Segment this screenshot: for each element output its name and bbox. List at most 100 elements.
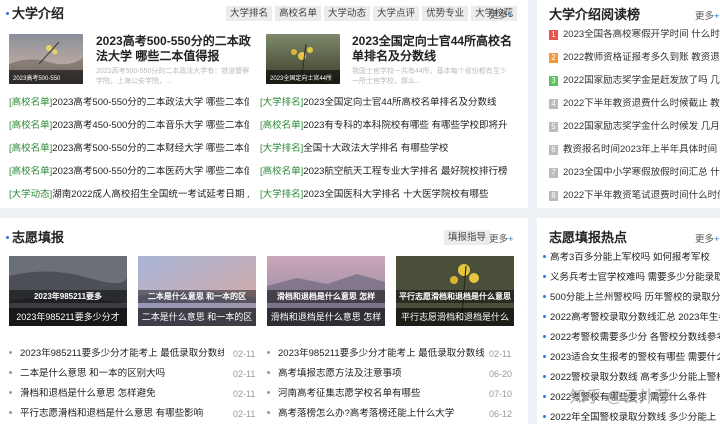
item-date: 02-11 [489,349,512,359]
reading-rank-more-link[interactable]: 更多+ [695,8,720,22]
article-link[interactable]: [大学排名]2023全国定向士官44所高校名单排名及分数线 [260,97,522,109]
card-caption: 滑档和退档是什么意思 怎样 [267,308,385,326]
list-item[interactable]: 2023年985211要多少分才能考上 最低录取分数线 [267,348,485,360]
thumb-caption: 2023高考500-550 [9,70,83,84]
article-link[interactable]: [大学动态]湖南2022成人高校招生全国统一考试延考日期 几 [9,189,249,201]
list-item[interactable]: 2023年985211要多少分才能考上 最低录取分数线 [9,348,224,360]
bullet-icon [543,395,546,398]
feature-thumbnail[interactable]: 2023全国定向士官44所 [266,34,340,84]
bullet-icon [267,411,270,414]
rank-number: 5 [549,122,558,132]
article-link[interactable]: [高校名单]2023高考500-550分的二本财经大学 哪些二本值得 [9,143,249,155]
tag-strong-majors[interactable]: 优势专业 [422,6,469,21]
tag-university-review[interactable]: 大学点评 [373,6,420,21]
reading-rank-title: 大学介绍阅读榜 [549,7,641,22]
volunteer-hot-more-link[interactable]: 更多+ [695,231,720,245]
rank-item[interactable]: 22022教师资格证报考多久到账 教资退费时 [549,52,720,64]
hot-item[interactable]: 2022年全国警校录取分数线 多少分能上 [543,412,720,424]
rank-number: 8 [549,191,558,201]
feature-description: 2023高考500-550分的二本政法大学有：铁道警察学院，上海公安学院，... [96,68,250,85]
bullet-icon [543,275,546,278]
card-band-text: 二本是什么意思 和一本的区 [138,290,256,303]
bullet-icon [267,391,270,394]
list-item[interactable]: 高考落榜怎么办?高考落榜还能上什么大学 [267,408,485,420]
rank-item[interactable]: 52022国家励志奖学金什么时候发 几月几日 [549,121,720,133]
item-date: 06-12 [489,409,513,419]
card-caption: 平行志愿滑档和退档是什么 [396,308,514,326]
thumb-caption: 2023全国定向士官44所 [266,70,340,84]
bullet-icon [9,371,12,374]
hot-item[interactable]: 高考3百多分能上军校吗 如何报考军校 [543,252,720,264]
card-band-text: 滑档和退档是什么意思 怎样 [267,290,385,303]
article-link[interactable]: [大学排名]全国十大政法大学排名 有哪些学校 [260,143,522,155]
rank-number: 3 [549,76,558,86]
bullet-icon [543,295,546,298]
list-item[interactable]: 二本是什么意思 和一本的区别大吗 [9,368,224,380]
rank-item[interactable]: 42022下半年教资退费什么时候截止 教师资 [549,98,720,110]
hot-item[interactable]: 2022高考警校录取分数线汇总 2023年生参 [543,312,720,324]
bullet-icon [543,375,546,378]
feature-thumbnail[interactable]: 2023高考500-550 [9,34,83,84]
guide-card[interactable]: 滑档和退档是什么意思 怎样 滑档和退档是什么意思 怎样 [267,256,385,326]
bullet-icon [9,391,12,394]
volunteer-hot-title: 志愿填报热点 [549,230,628,245]
list-item[interactable]: 平行志愿滑档和退档是什么意思 有哪些影响 [9,408,224,420]
rank-item[interactable]: 32022国家励志奖学金是赶发放了吗 几号到 [549,75,720,87]
tag-university-news[interactable]: 大学动态 [324,6,371,21]
rank-number: 2 [549,53,558,63]
title-dot-icon [6,12,9,15]
bullet-icon [543,415,546,418]
intro-tags: 大学排名 高校名单 大学动态 大学点评 优势专业 大学校花 [226,6,518,21]
feature-title[interactable]: 2023高考500-550分的二本政法大学 哪些二本值得报 [96,34,256,64]
bullet-icon [267,351,270,354]
list-item[interactable]: 河南高考征集志愿学校名单有哪些 [267,388,485,400]
article-link[interactable]: [高校名单]2023高考500-550分的二本政法大学 哪些二本值得 [9,97,249,109]
bullet-icon [543,335,546,338]
reading-rank-panel: 大学介绍阅读榜 更多+ 1 2023全国各高校寒假开学时间 什么时候 2 2022教… [537,0,720,208]
article-link[interactable]: [高校名单]2023有专科的本科院校有哪些 有哪些学校即将升 [260,120,522,132]
rank-number: 7 [549,168,558,178]
tag-university-ranking[interactable]: 大学排名 [226,6,273,21]
rank-item[interactable]: 72023全国中小学寒假放假时间汇总 什么时 [549,167,720,179]
rank-item[interactable]: 8 2022下半年教资笔试退费时间什么时候 [549,190,720,202]
article-link[interactable]: [高校名单]2023高考450-500分的二本音乐大学 哪些二本值得 [9,120,249,132]
item-date: 06-20 [489,369,513,379]
guide-card[interactable]: 二本是什么意思 和一本的区 二本是什么意思 和一本的区 [138,256,256,326]
intro-panel: 大学介绍 大学排名 高校名单 大学动态 大学点评 优势专业 大学校花 更多+ 2… [0,0,528,208]
intro-more-link[interactable]: 更多+ [489,7,514,21]
item-date: 02-11 [233,409,256,419]
zhihu-watermark: 知乎 @云外荐 [570,389,671,406]
hot-item[interactable]: 义务兵考士官学校难吗 需要多少分能录取 [543,272,720,284]
tag-school-list[interactable]: 高校名单 [275,6,322,21]
hot-item[interactable]: 2023适合女生报考的警校有哪些 需要什么 [543,352,720,364]
tag-filling-guide[interactable]: 填报指导 [444,230,491,245]
item-date: 02-11 [233,369,256,379]
item-date: 02-11 [233,389,256,399]
article-link[interactable]: [高校名单]2023高考500-550分的二本医药大学 哪些二本值得 [9,166,249,178]
bullet-icon [9,351,12,354]
article-link[interactable]: [大学排名]2023全国医科大学排名 十大医学院校有哪些 [260,189,522,201]
volunteer-more-link[interactable]: 更多+ [489,231,514,245]
hot-item[interactable]: 2022考警校需要多少分 各警校分数线参考 [543,332,720,344]
hot-item[interactable]: 500分能上兰州警校吗 历年警校的录取分数 [543,292,720,304]
list-item[interactable]: 滑档和退档是什么意思 怎样避免 [9,388,224,400]
bullet-icon [267,371,270,374]
volunteer-title: 志愿填报 [6,227,64,246]
bullet-icon [543,355,546,358]
rank-number: 1 [549,30,558,40]
card-caption: 二本是什么意思 和一本的区 [138,308,256,326]
volunteer-panel: 志愿填报 填报指导 更多+ 2023年985211要多 2023年985211要… [0,218,528,424]
item-date: 02-11 [233,349,256,359]
rank-number: 4 [549,99,558,109]
feature-title[interactable]: 2023全国定向士官44所高校名单排名及分数线 [352,34,517,64]
bullet-icon [543,315,546,318]
rank-item[interactable]: 6 教资报名时间2023年上半年具体时间 [549,144,720,156]
guide-card[interactable]: 2023年985211要多 2023年985211要多少分才 [9,256,127,326]
list-item[interactable]: 高考填报志愿方法及注意事项 [267,368,485,380]
article-link[interactable]: [高校名单]2023航空航天工程专业大学排名 最好院校排行榜 [260,166,522,178]
card-band-text: 平行志愿滑档和退档是什么意思 [396,290,514,303]
item-date: 07-10 [489,389,513,399]
guide-card[interactable]: 平行志愿滑档和退档是什么意思 平行志愿滑档和退档是什么 [396,256,514,326]
rank-item[interactable]: 1 2023全国各高校寒假开学时间 什么时候 [549,29,720,41]
bullet-icon [543,255,546,258]
